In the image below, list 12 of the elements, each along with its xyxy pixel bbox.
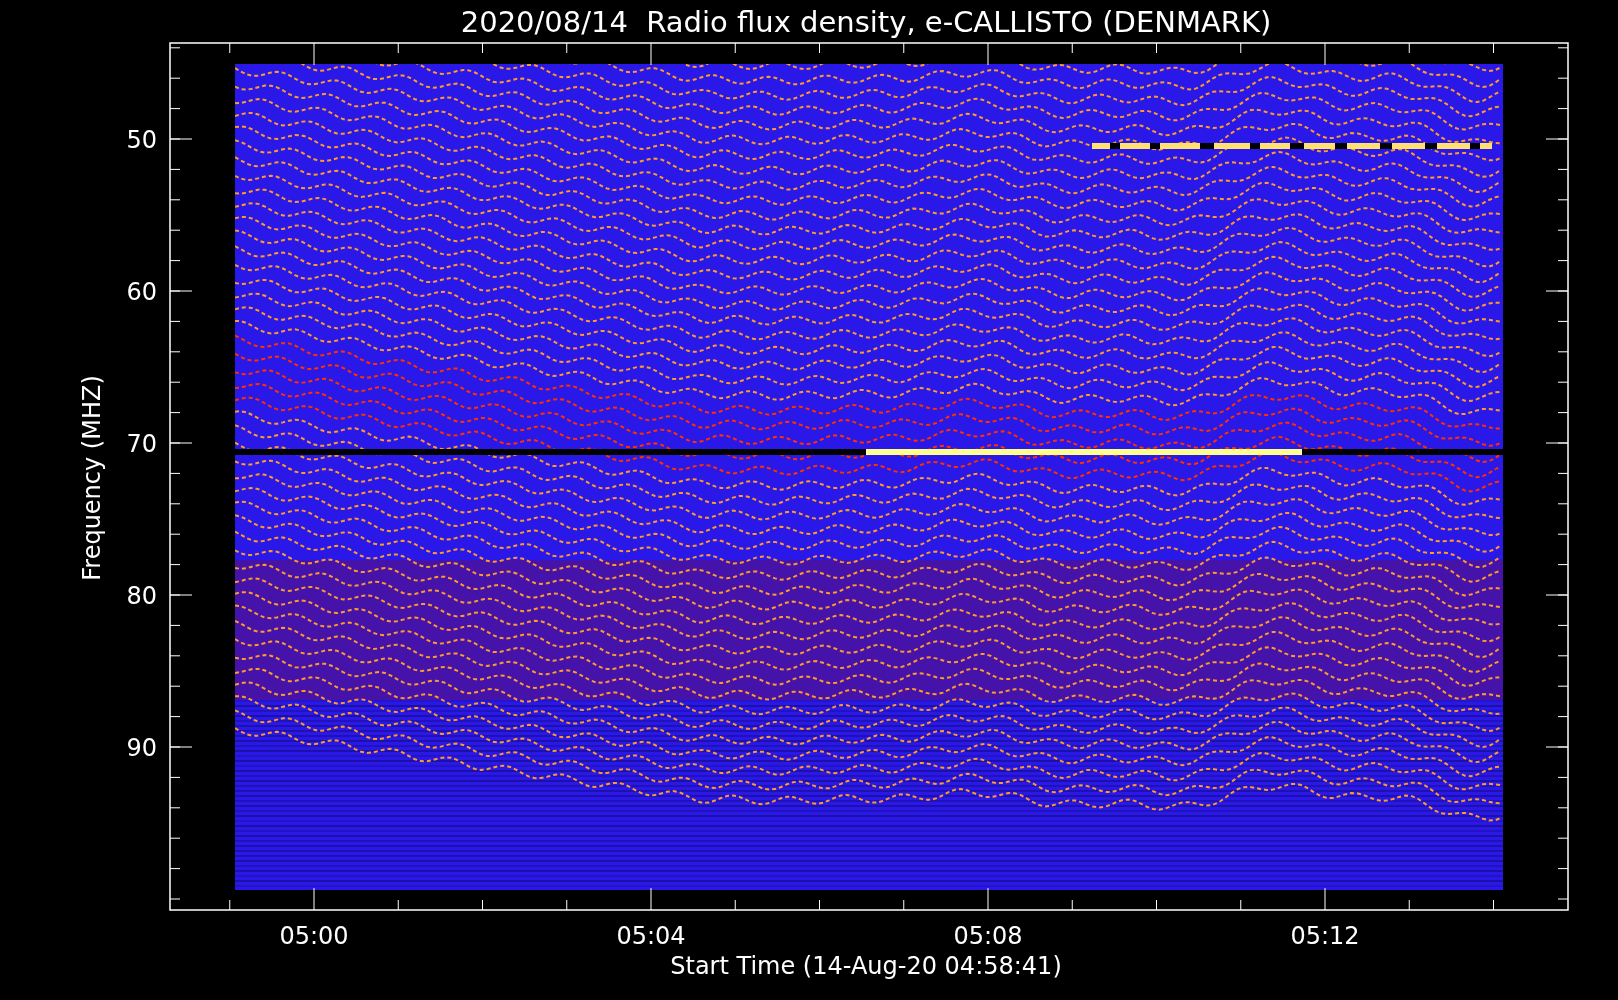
axis-label: Frequency (MHZ) bbox=[78, 375, 106, 581]
axis-tick-label: 70 bbox=[126, 430, 157, 458]
axis-tick-label: 05:08 bbox=[953, 922, 1023, 950]
axis-tick-label: 05:00 bbox=[279, 922, 349, 950]
axis-tick-label: 60 bbox=[126, 278, 157, 306]
axis-tick-label: 90 bbox=[126, 734, 157, 762]
chart-title: 2020/08/14 Radio flux density, e-CALLISTO (DENMARK) bbox=[460, 5, 1272, 39]
axis-tick-label: 05:12 bbox=[1290, 922, 1360, 950]
axis-tick-label: 80 bbox=[126, 582, 157, 610]
axis-label: Start Time (14-Aug-20 04:58:41) bbox=[670, 952, 1062, 980]
axis-tick-label: 50 bbox=[126, 126, 157, 154]
axis-tick-label: 05:04 bbox=[616, 922, 686, 950]
